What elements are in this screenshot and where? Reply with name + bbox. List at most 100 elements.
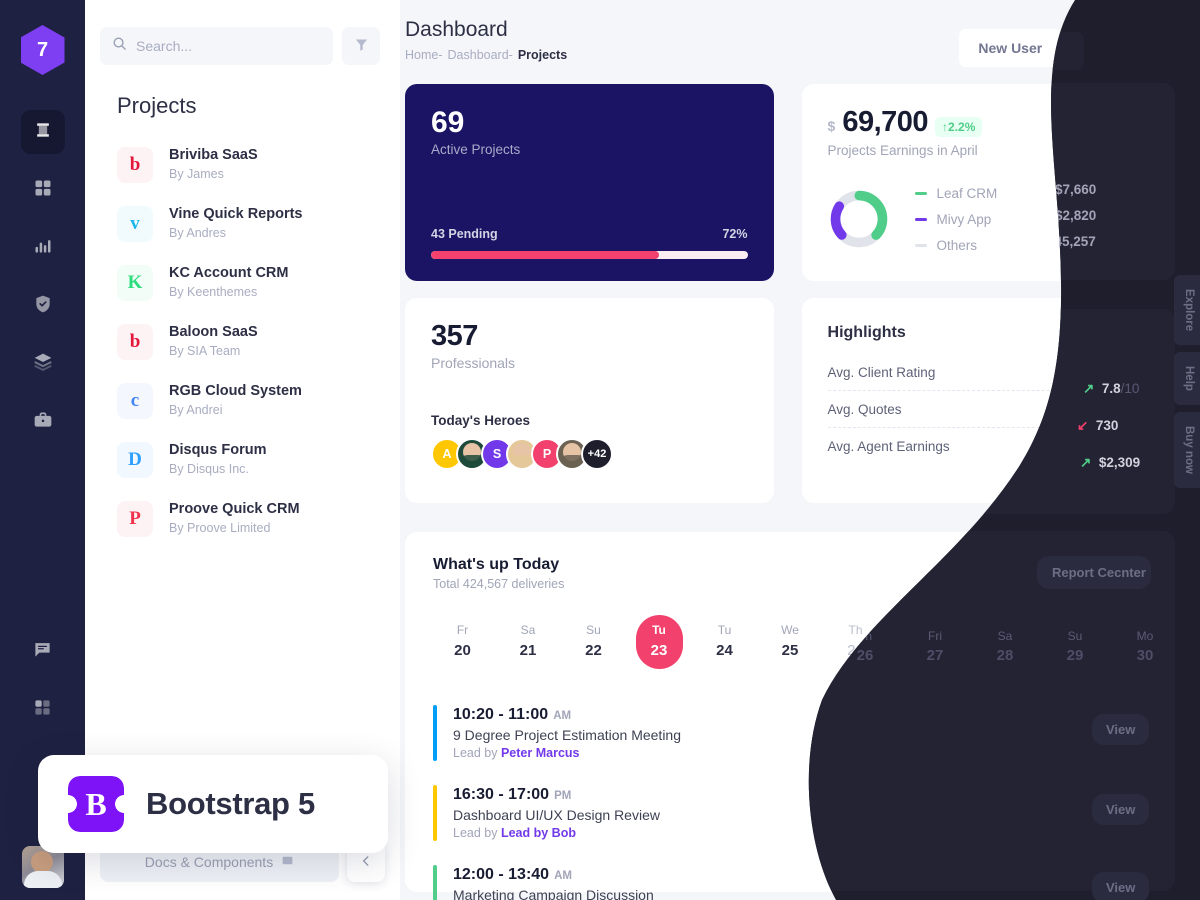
event-text: 10:20 - 11:00 AM 9 Degree Project Estimati…	[453, 706, 681, 760]
event-text: 12:00 - 13:40 AM Marketing Campaign Discus…	[453, 866, 654, 900]
avatar-more[interactable]: +42	[581, 438, 613, 470]
list-item[interactable]: b Briviba SaaS By James	[117, 135, 400, 194]
side-tab-buy-now[interactable]: Buy now	[1174, 412, 1200, 489]
professionals-count: 357	[431, 320, 478, 352]
sidebar-item-projects[interactable]	[20, 110, 65, 154]
day-of-week: Th	[848, 623, 863, 637]
breadcrumb-item[interactable]: Dashboard-	[448, 48, 513, 62]
search-input[interactable]	[136, 38, 321, 54]
sidebar-item-chat[interactable]	[21, 630, 65, 674]
professionals-card[interactable]: 357 Professionals Today's Heroes A S P +42	[405, 298, 774, 503]
project-name: Proove Quick CRM	[169, 501, 300, 518]
sidebar-item-security[interactable]	[21, 284, 65, 328]
highlights-card[interactable]: Highlights Avg. Client Rating ↗ 7.8/10 Avg.…	[801, 298, 1175, 503]
calendar-day[interactable]: Mo 30	[1094, 615, 1141, 669]
side-tab-explore[interactable]: Explore	[1174, 275, 1200, 346]
sidebar-item-dashboard[interactable]	[21, 168, 65, 212]
project-logo-icon: b	[117, 323, 153, 360]
heroes-label: Today's Heroes	[431, 413, 530, 428]
bar-chart-icon	[33, 236, 53, 261]
list-item[interactable]: b Baloon SaaS By SIA Team	[117, 312, 400, 371]
sidebar-item-briefcase[interactable]	[21, 400, 65, 444]
legend-item: Mivy App	[914, 206, 998, 232]
view-button[interactable]: View	[1083, 717, 1147, 749]
calendar-day[interactable]: Sa 28	[963, 615, 1010, 669]
list-item[interactable]: v Vine Quick Reports By Andres	[117, 194, 400, 253]
calendar-day[interactable]: Tu 23	[635, 615, 683, 669]
calendar-day[interactable]: Tu 24	[701, 615, 748, 669]
sidebar-item-analytics[interactable]	[21, 226, 65, 270]
day-of-week: Fr	[456, 623, 469, 637]
day-number: 21	[519, 642, 537, 659]
search-box[interactable]	[100, 27, 333, 65]
project-text: Briviba SaaS By James	[169, 146, 258, 182]
list-item[interactable]: D Disqus Forum By Disqus Inc.	[117, 430, 400, 489]
stats-row-1: 69 Active Projects 43 Pending 72% $ 69,7…	[400, 84, 1200, 281]
progress-header: 43 Pending 72%	[431, 227, 748, 241]
topbar-actions: New User New Goal	[959, 18, 1175, 67]
event-color-bar	[433, 865, 437, 900]
event-lead: Lead by Peter Marcus	[453, 746, 580, 760]
project-text: Vine Quick Reports By Andres	[169, 205, 303, 241]
chart-amounts: $7,660 $2,820 $45,257	[1100, 180, 1149, 258]
calendar-day[interactable]: Su 29	[1029, 615, 1076, 669]
grid-icon	[33, 178, 53, 203]
calendar-day[interactable]: Fri 27	[898, 615, 945, 669]
view-button[interactable]: View	[1083, 877, 1147, 900]
event-item[interactable]: 16:30 - 17:00 PM Dashboard UI/UX Design Re…	[433, 773, 1147, 853]
highlight-label: Avg. Agent Earnings	[827, 439, 950, 454]
filter-button[interactable]	[342, 27, 380, 65]
whats-up-title: What's up Today	[433, 556, 560, 573]
pending-label: 43 Pending	[431, 227, 498, 241]
breadcrumb: Home- Dashboard- Projects	[405, 48, 567, 62]
project-logo-icon: D	[117, 441, 153, 478]
calendar-day[interactable]: Fr 20	[439, 615, 486, 669]
list-item[interactable]: K KC Account CRM By Keenthemes	[117, 253, 400, 312]
docs-label: Docs & Components	[144, 854, 274, 870]
app-logo-label: 7	[36, 38, 49, 61]
chat-icon	[33, 640, 52, 664]
project-list: b Briviba SaaS By James v Vine Quick Reports…	[85, 119, 400, 548]
app-logo[interactable]: 7	[20, 25, 65, 75]
earnings-card[interactable]: $ 69,700 ↑2.2% Projects Earnings in Apri…	[801, 84, 1175, 281]
breadcrumb-item[interactable]: Home-	[405, 48, 443, 62]
calendar-day[interactable]: We 25	[767, 615, 814, 669]
view-button[interactable]: View	[1083, 797, 1147, 829]
search-row	[85, 0, 400, 65]
legend-item: Leaf CRM	[914, 180, 997, 206]
layers-icon	[33, 352, 53, 377]
trend-arrow-icon: ↗	[1091, 364, 1103, 379]
event-color-bar	[433, 785, 437, 841]
event-item[interactable]: 12:00 - 13:40 AM Marketing Campaign Discus…	[433, 853, 1147, 900]
calendar-day[interactable]: Su 22	[570, 615, 617, 669]
breadcrumb-item: Projects	[517, 48, 568, 62]
event-item[interactable]: 10:20 - 11:00 AM 9 Degree Project Estimati…	[433, 693, 1147, 773]
day-number: 23	[650, 642, 668, 659]
legend-amount: $45,257	[1100, 237, 1149, 252]
sidebar-item-apps[interactable]	[21, 688, 65, 732]
project-author: By Keenthemes	[169, 284, 258, 299]
day-number: 20	[454, 642, 471, 659]
project-name: KC Account CRM	[169, 265, 289, 282]
day-of-week: Su	[1044, 623, 1060, 637]
report-center-button[interactable]: Report Cecnter	[1021, 556, 1147, 590]
new-user-button[interactable]: New User	[959, 29, 1062, 67]
highlight-row: Avg. Client Rating ↗ 7.8/10	[827, 354, 1149, 391]
sidebar-item-layers[interactable]	[21, 342, 65, 386]
highlight-value: ↗ 7.8/10	[1091, 364, 1149, 380]
side-tab-help[interactable]: Help	[1174, 352, 1200, 406]
calendar-day[interactable]: Th 26	[832, 615, 879, 669]
legend-amount: $2,820	[1107, 211, 1149, 226]
list-item[interactable]: c RGB Cloud System By Andrei	[117, 371, 400, 430]
legend-amount: $7,660	[1107, 185, 1149, 200]
active-projects-card[interactable]: 69 Active Projects 43 Pending 72%	[405, 84, 774, 281]
calendar-day[interactable]: Sa 21	[505, 615, 552, 669]
main-content: Dashboard Home- Dashboard- Projects New Us…	[400, 0, 1200, 900]
list-item[interactable]: P Proove Quick CRM By Proove Limited	[117, 489, 400, 548]
new-goal-button[interactable]: New Goal	[1071, 29, 1175, 67]
project-logo-icon: v	[117, 205, 153, 242]
legend-swatch	[914, 243, 927, 247]
whats-up-card: What's up Today Total 424,567 deliveries…	[405, 532, 1175, 900]
day-number: 26	[847, 642, 864, 659]
topbar: Dashboard Home- Dashboard- Projects New Us…	[400, 0, 1200, 67]
